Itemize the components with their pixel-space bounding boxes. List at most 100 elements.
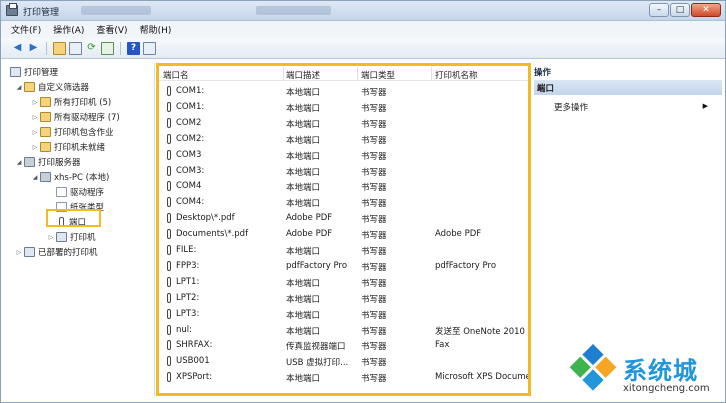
tree-item-deployed-printers[interactable]: ▷ 已部署的打印机: [15, 245, 98, 259]
cell-port-type: 书写器: [361, 215, 387, 226]
table-row[interactable]: COM1: 本地端口 书写器: [159, 83, 528, 99]
cell-port-description: Adobe PDF: [286, 229, 333, 240]
export-icon[interactable]: [101, 41, 114, 55]
menu-action[interactable]: 操作(A): [53, 23, 84, 36]
tree-item-label: 打印机包含作业: [54, 128, 114, 138]
cell-port-type: 书写器: [361, 199, 387, 210]
table-row[interactable]: COM3 本地端口 书写器: [159, 147, 528, 163]
close-button[interactable]: ✕: [691, 3, 721, 17]
window-controls: – □ ✕: [649, 3, 721, 17]
port-icon: [167, 101, 171, 112]
tree-item-label: 已部署的打印机: [38, 248, 98, 258]
cell-port-type: 书写器: [361, 374, 387, 385]
cell-port-name: nul:: [176, 324, 192, 335]
table-row[interactable]: Documents\*.pdf Adobe PDF 书写器 Adobe PDF: [159, 226, 528, 242]
list-header: 端口名 端口描述 端口类型 打印机名称: [159, 66, 528, 81]
minimize-button[interactable]: –: [649, 3, 669, 17]
port-icon: [167, 117, 171, 128]
table-row[interactable]: LPT3: 本地端口 书写器: [159, 306, 528, 322]
help-icon[interactable]: ?: [127, 41, 140, 55]
driver-icon: [56, 187, 67, 197]
refresh-icon[interactable]: ⟳: [85, 42, 98, 55]
table-row[interactable]: XPSPort: 本地端口 书写器 Microsoft XPS Document Wr…: [159, 369, 528, 385]
collapse-icon[interactable]: ◢: [31, 174, 39, 181]
tree-item-printers[interactable]: ▷ 打印机: [47, 230, 96, 244]
pane-splitter[interactable]: [154, 63, 155, 396]
expand-icon[interactable]: ▷: [31, 129, 39, 136]
table-row[interactable]: nul: 本地端口 书写器 发送至 OneNote 2010: [159, 322, 528, 338]
menu-view[interactable]: 查看(V): [96, 23, 127, 36]
column-port-description[interactable]: 端口描述: [286, 69, 320, 81]
column-printer-name[interactable]: 打印机名称: [435, 69, 478, 81]
cell-port-name: LPT3:: [176, 308, 200, 319]
cell-printer-name: 发送至 OneNote 2010: [435, 326, 525, 337]
properties-icon[interactable]: [143, 41, 156, 55]
show-hide-tree-icon[interactable]: [69, 41, 82, 55]
tree-item-label: 所有驱动程序 (7): [54, 113, 120, 123]
tree-item-root[interactable]: 打印管理: [9, 65, 58, 79]
more-actions-item[interactable]: 更多操作: [554, 101, 588, 113]
cell-port-description: 本地端口: [286, 278, 321, 289]
collapse-triangle-icon[interactable]: ▲: [537, 83, 716, 91]
cell-port-name: COM4: [176, 181, 202, 192]
cell-port-name: LPT2:: [176, 292, 200, 303]
tree-item-label: 所有打印机 (5): [54, 98, 112, 108]
port-icon: [167, 372, 171, 383]
collapse-icon[interactable]: ◢: [15, 159, 23, 166]
tree-item-label: 打印管理: [24, 68, 59, 78]
port-icon: [167, 308, 171, 319]
tree-item-local-server[interactable]: ◢ xhs-PC (本地): [31, 170, 109, 184]
cell-port-name: COM1:: [176, 86, 205, 96]
ports-highlight-box: [46, 209, 101, 227]
column-port-name[interactable]: 端口名: [163, 69, 189, 81]
table-row[interactable]: COM3: 本地端口 书写器: [159, 163, 528, 179]
expand-icon[interactable]: ▷: [31, 99, 39, 106]
cell-port-description: 本地端口: [286, 135, 321, 146]
tree-item-all-printers[interactable]: ▷ 所有打印机 (5): [31, 95, 111, 109]
tree-item-all-drivers[interactable]: ▷ 所有驱动程序 (7): [31, 110, 120, 124]
tree-item-printers-with-jobs[interactable]: ▷ 打印机包含作业: [31, 125, 114, 139]
tree-item-label: 打印服务器: [38, 158, 81, 168]
cell-port-type: 书写器: [361, 167, 387, 178]
table-row[interactable]: COM2: 本地端口 书写器: [159, 131, 528, 147]
window-title: 打印管理: [23, 8, 60, 18]
tree-item-custom-filters[interactable]: ◢ 自定义筛选器: [15, 80, 89, 94]
table-row[interactable]: COM2 本地端口 书写器: [159, 115, 528, 131]
port-icon: [167, 213, 171, 224]
cell-port-type: 书写器: [361, 262, 387, 273]
forward-arrow-icon[interactable]: ▶: [27, 42, 40, 55]
menu-file[interactable]: 文件(F): [11, 23, 41, 36]
blurred-region: [81, 6, 151, 15]
table-row[interactable]: FPP3: pdfFactory Pro 书写器 pdfFactory Pro: [159, 258, 528, 274]
maximize-button[interactable]: □: [670, 3, 690, 17]
cell-port-type: 书写器: [361, 103, 387, 114]
actions-title: 操作: [534, 68, 552, 78]
table-row[interactable]: Desktop\*.pdf Adobe PDF 书写器: [159, 210, 528, 226]
table-row[interactable]: COM1: 本地端口 书写器: [159, 99, 528, 115]
collapse-icon[interactable]: ◢: [15, 84, 23, 91]
table-row[interactable]: FILE: 本地端口 书写器: [159, 242, 528, 258]
actions-section-ports[interactable]: 端口 ▲: [534, 80, 722, 95]
table-row[interactable]: LPT1: 本地端口 书写器: [159, 274, 528, 290]
expand-icon[interactable]: ▷: [31, 144, 39, 151]
expand-icon[interactable]: ▷: [31, 114, 39, 121]
tree-item-drivers[interactable]: 驱动程序: [47, 185, 104, 199]
tree-item-printers-not-ready[interactable]: ▷ 打印机未就绪: [31, 140, 105, 154]
up-folder-icon[interactable]: [53, 41, 66, 55]
expand-icon[interactable]: ▷: [47, 234, 55, 241]
port-icon: [167, 86, 171, 96]
filter-icon: [40, 142, 51, 152]
back-arrow-icon[interactable]: ◀: [11, 42, 24, 55]
printer-icon: [56, 232, 67, 242]
table-row[interactable]: COM4: 本地端口 书写器: [159, 194, 528, 210]
table-row[interactable]: USB001 USB 虚拟打印... 书写器: [159, 353, 528, 369]
cell-port-name: Documents\*.pdf: [176, 229, 249, 240]
cell-port-name: Desktop\*.pdf: [176, 213, 235, 224]
table-row[interactable]: LPT2: 本地端口 书写器: [159, 290, 528, 306]
table-row[interactable]: SHRFAX: 传真监视器端口 书写器 Fax: [159, 337, 528, 353]
tree-item-print-servers[interactable]: ◢ 打印服务器: [15, 155, 81, 169]
expand-icon[interactable]: ▷: [15, 249, 23, 256]
menu-help[interactable]: 帮助(H): [140, 23, 172, 36]
table-row[interactable]: COM4 本地端口 书写器: [159, 178, 528, 194]
column-port-type[interactable]: 端口类型: [361, 69, 395, 81]
